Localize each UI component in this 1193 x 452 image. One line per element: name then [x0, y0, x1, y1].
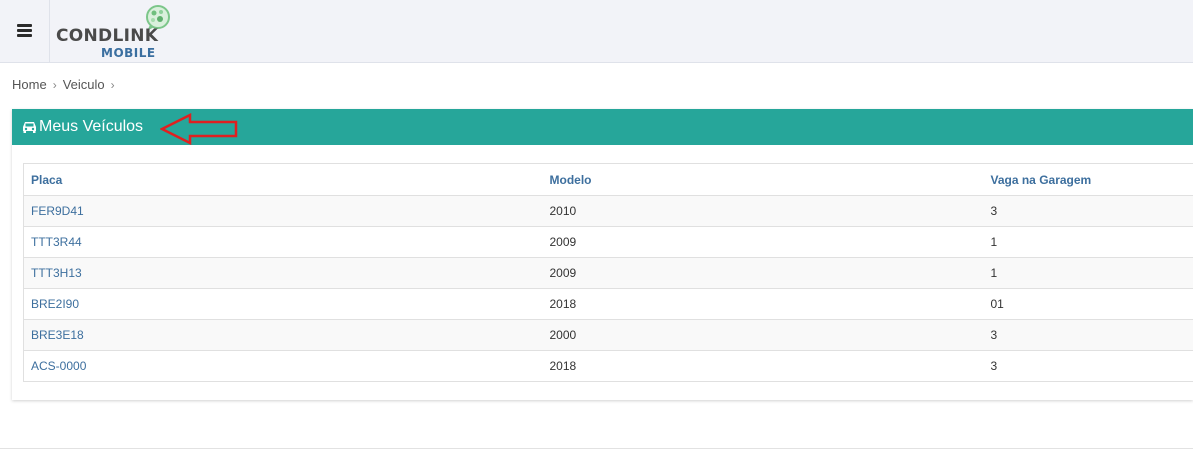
table-row[interactable]: TTT3R44 2009 1	[23, 226, 1193, 258]
cell-vaga: 3	[983, 319, 1193, 351]
cell-placa[interactable]: TTT3H13	[23, 257, 543, 289]
table-row[interactable]: TTT3H13 2009 1	[23, 257, 1193, 289]
table-row[interactable]: ACS-0000 2018 3	[23, 350, 1193, 382]
chevron-right-icon: ›	[110, 77, 115, 92]
cell-modelo: 2009	[542, 257, 984, 289]
cell-modelo: 2018	[542, 288, 984, 320]
cell-vaga: 3	[983, 350, 1193, 382]
cell-modelo: 2018	[542, 350, 984, 382]
table-row[interactable]: BRE3E18 2000 3	[23, 319, 1193, 351]
table-row[interactable]: BRE2I90 2018 01	[23, 288, 1193, 320]
hamburger-icon-bar	[17, 34, 32, 37]
cell-modelo: 2009	[542, 226, 984, 258]
breadcrumb: Home › Veiculo ›	[12, 77, 115, 92]
cell-placa[interactable]: BRE2I90	[23, 288, 543, 320]
hamburger-icon-bar	[17, 29, 32, 32]
cell-vaga: 3	[983, 195, 1193, 227]
left-arrow-icon	[160, 113, 238, 145]
cell-vaga: 1	[983, 257, 1193, 289]
hamburger-icon	[17, 24, 32, 27]
column-header-vaga[interactable]: Vaga na Garagem	[983, 163, 1193, 196]
cell-vaga: 1	[983, 226, 1193, 258]
panel-header: Meus Veículos	[12, 109, 1193, 145]
breadcrumb-veiculo[interactable]: Veiculo	[63, 77, 105, 92]
cell-placa[interactable]: BRE3E18	[23, 319, 543, 351]
placa-link[interactable]: BRE3E18	[31, 328, 84, 342]
menu-button[interactable]	[0, 0, 50, 62]
column-header-placa[interactable]: Placa	[23, 163, 543, 196]
cell-vaga: 01	[983, 288, 1193, 320]
cell-placa[interactable]: FER9D41	[23, 195, 543, 227]
placa-link[interactable]: FER9D41	[31, 204, 84, 218]
cell-modelo: 2010	[542, 195, 984, 227]
table-row[interactable]: FER9D41 2010 3	[23, 195, 1193, 227]
placa-link[interactable]: BRE2I90	[31, 297, 79, 311]
vehicles-panel: Meus Veículos Placa Modelo Vaga na Garag…	[12, 109, 1193, 400]
table-header-row: Placa Modelo Vaga na Garagem	[23, 163, 1193, 196]
footer-divider	[0, 448, 1193, 449]
logo[interactable]: CONDLINK MOBILE	[56, 4, 176, 60]
cell-placa[interactable]: ACS-0000	[23, 350, 543, 382]
chevron-right-icon: ›	[52, 77, 57, 92]
cell-modelo: 2000	[542, 319, 984, 351]
column-header-modelo[interactable]: Modelo	[542, 163, 984, 196]
cell-placa[interactable]: TTT3R44	[23, 226, 543, 258]
placa-link[interactable]: TTT3R44	[31, 235, 82, 249]
breadcrumb-home[interactable]: Home	[12, 77, 47, 92]
vehicles-table: Placa Modelo Vaga na Garagem FER9D41 201…	[23, 163, 1193, 382]
logo-wordmark: CONDLINK	[56, 26, 159, 46]
car-icon	[23, 122, 36, 133]
placa-link[interactable]: TTT3H13	[31, 266, 82, 280]
logo-subtitle: MOBILE	[101, 46, 156, 60]
placa-link[interactable]: ACS-0000	[31, 359, 86, 373]
top-bar: CONDLINK MOBILE	[0, 0, 1193, 63]
panel-title: Meus Veículos	[39, 118, 144, 135]
